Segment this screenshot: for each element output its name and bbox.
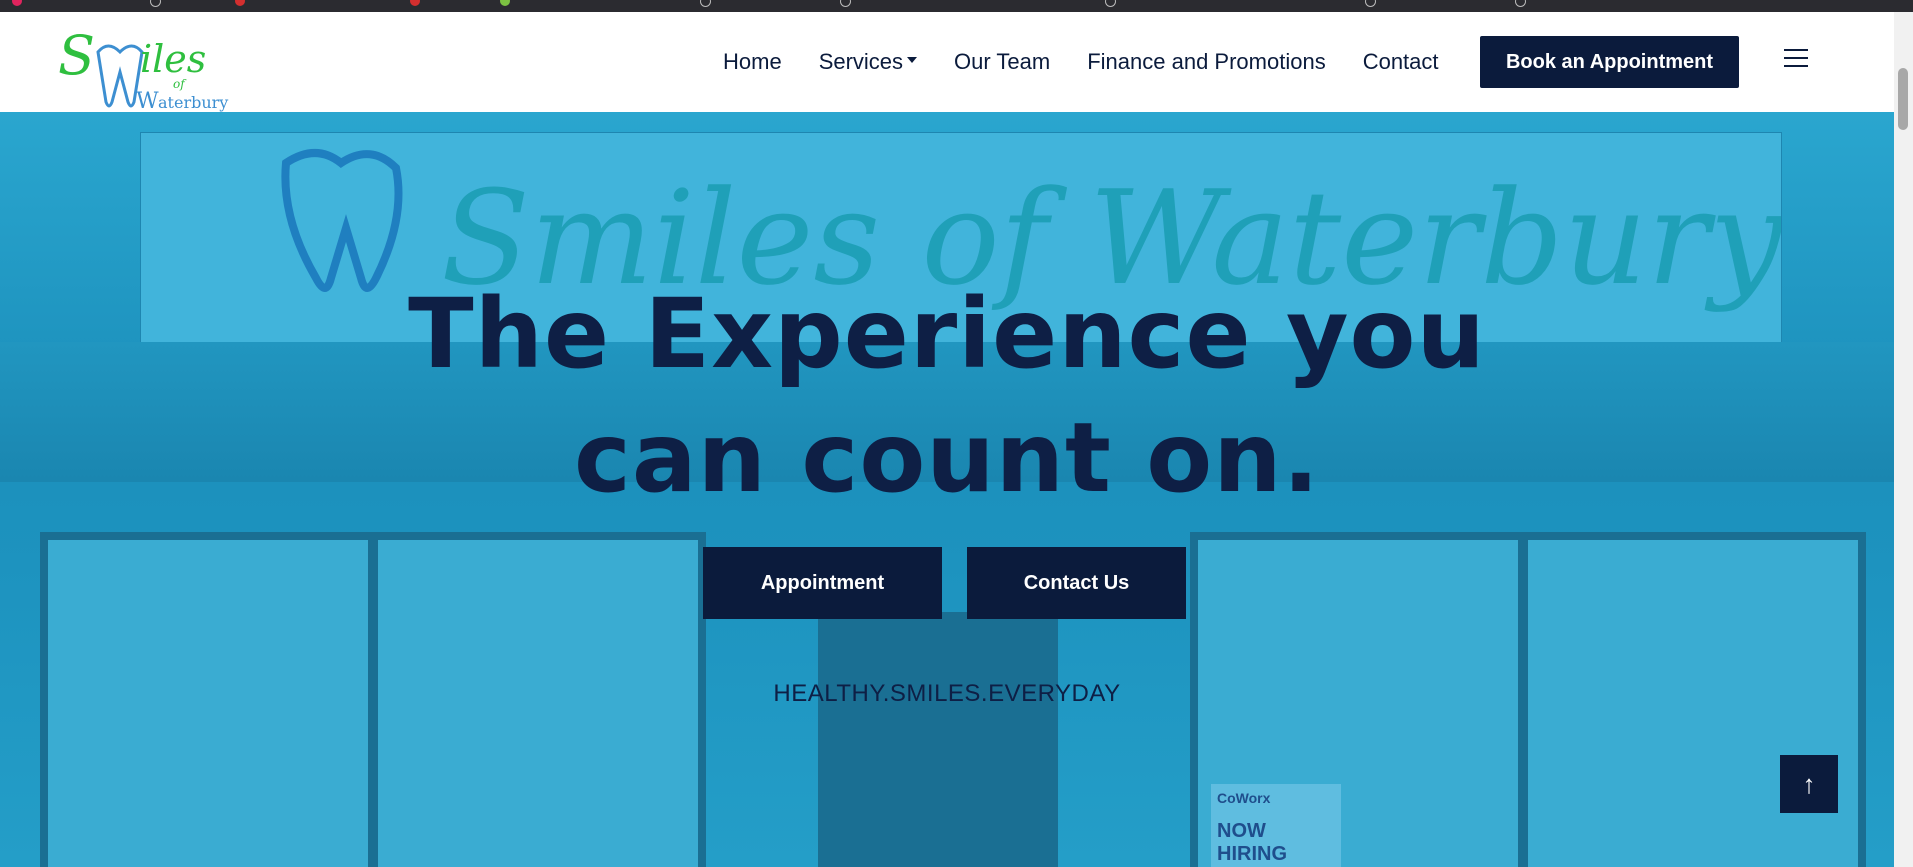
- headline-line-1: The Experience you: [408, 278, 1486, 390]
- nav-our-team[interactable]: Our Team: [954, 49, 1050, 75]
- bookmark-icon[interactable]: [235, 0, 245, 6]
- bookmark-icon[interactable]: [1365, 0, 1376, 7]
- page-scrollbar[interactable]: [1894, 12, 1913, 867]
- arrow-up-icon: ↑: [1802, 768, 1816, 799]
- bookmark-icon[interactable]: [12, 0, 22, 6]
- nav-home[interactable]: Home: [723, 49, 782, 75]
- site-logo[interactable]: S iles of W aterbury: [58, 22, 248, 112]
- bookmark-icon[interactable]: [410, 0, 420, 6]
- appointment-button[interactable]: Appointment: [703, 547, 942, 619]
- hero-tagline: HEALTHY.SMILES.EVERYDAY: [773, 680, 1121, 707]
- svg-text:S: S: [58, 24, 95, 87]
- nav-services-label: Services: [818, 49, 904, 74]
- bookmark-icon[interactable]: [150, 0, 161, 7]
- nav-services[interactable]: Services: [818, 49, 918, 75]
- caret-down-icon: [907, 57, 918, 63]
- site-header: S iles of W aterbury Home Services Our T…: [0, 12, 1894, 112]
- bookmark-icon[interactable]: [1515, 0, 1526, 7]
- svg-text:W: W: [136, 89, 159, 112]
- poster-brand: CoWorx: [1217, 790, 1271, 806]
- storefront-door: [818, 612, 1058, 867]
- bookmark-icon[interactable]: [840, 0, 851, 7]
- scrollbar-thumb[interactable]: [1898, 68, 1908, 130]
- bookmark-icon[interactable]: [500, 0, 510, 6]
- nav-contact[interactable]: Contact: [1363, 49, 1439, 75]
- headline-line-2: can count on.: [573, 402, 1321, 514]
- bookmark-icon[interactable]: [1105, 0, 1116, 7]
- nav-finance-promotions[interactable]: Finance and Promotions: [1087, 49, 1325, 75]
- hiring-poster: CoWorx NOW HIRING: [1211, 784, 1341, 867]
- svg-text:aterbury: aterbury: [158, 93, 228, 112]
- poster-text: NOW HIRING: [1217, 820, 1287, 865]
- hamburger-icon[interactable]: [1784, 49, 1808, 71]
- back-to-top-button[interactable]: ↑: [1780, 755, 1838, 813]
- svg-text:iles: iles: [140, 37, 206, 81]
- contact-us-button[interactable]: Contact Us: [967, 547, 1186, 619]
- hero-headline: The Experience you can count on.: [0, 272, 1894, 520]
- bookmark-icon[interactable]: [700, 0, 711, 7]
- browser-bookmarks-strip: [0, 0, 1913, 12]
- main-nav: Home Services Our Team Finance and Promo…: [723, 49, 1476, 75]
- book-appointment-button[interactable]: Book an Appointment: [1480, 36, 1739, 88]
